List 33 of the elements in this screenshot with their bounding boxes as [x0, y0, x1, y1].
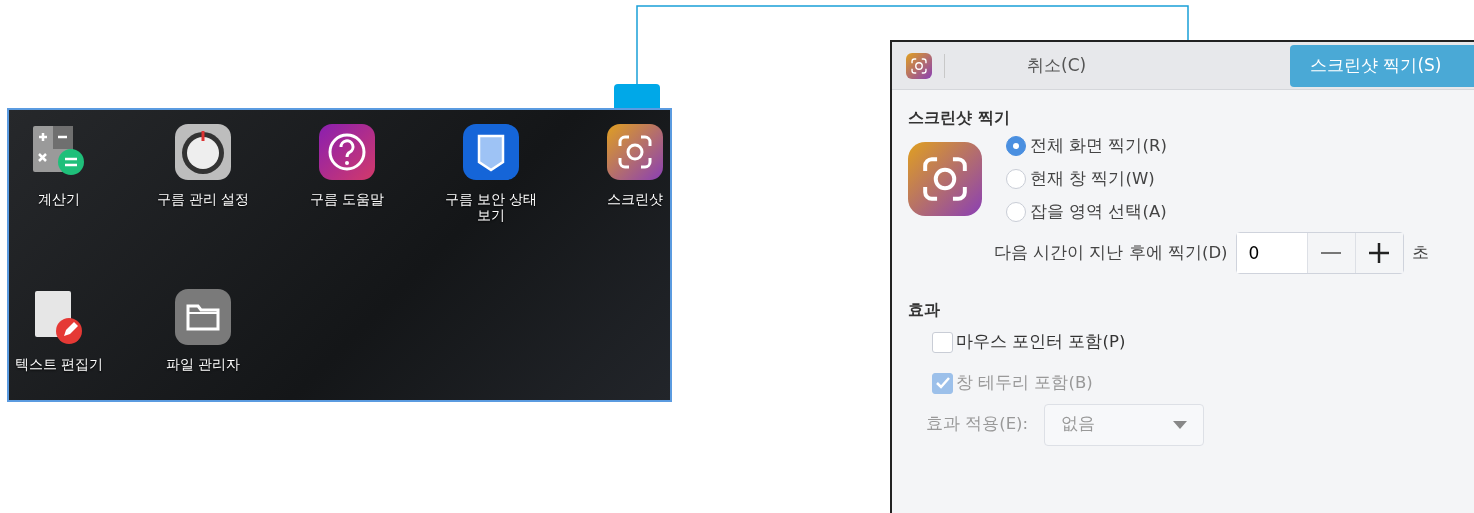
app-label[interactable]: 구름 보안 상태 보기 [444, 192, 538, 224]
app-label[interactable]: 파일 관리자 [165, 357, 241, 373]
folder-icon[interactable] [175, 289, 231, 345]
app-label[interactable]: 계산기 [38, 192, 80, 208]
section-title: 스크린샷 찍기 [908, 107, 1011, 129]
minus-icon [1320, 252, 1343, 255]
radio-label[interactable]: 현재 창 찍기(W) [1030, 166, 1155, 192]
apply-effect-label: 효과 적용(E): [926, 413, 1029, 436]
screenshot-icon[interactable] [607, 124, 663, 180]
delay-spinbox[interactable]: 0 [1235, 232, 1404, 275]
radio-button[interactable] [1006, 136, 1026, 157]
caret-icon [1173, 420, 1188, 429]
dial-icon[interactable] [175, 124, 231, 180]
seconds-unit: 초 [1411, 241, 1429, 264]
radio-button[interactable] [1006, 169, 1026, 190]
app-label[interactable]: 구름 도움말 [309, 192, 385, 208]
section-title: 효과 [908, 299, 941, 322]
plus-icon [1368, 242, 1391, 265]
cancel-button[interactable]: 취소(C) [1017, 48, 1097, 83]
increment-button[interactable] [1354, 233, 1403, 274]
checkbox-label[interactable]: 마우스 포인터 포함(P) [956, 330, 1126, 355]
app-label[interactable]: 스크린샷 [607, 192, 663, 208]
app-icon [906, 52, 932, 79]
shield-icon[interactable] [463, 124, 519, 180]
radio-label[interactable]: 전체 화면 찍기(R) [1030, 134, 1167, 159]
radio-button[interactable] [1006, 201, 1026, 222]
delay-label: 다음 시간이 지난 후에 찍기(D) [994, 241, 1228, 264]
checkbox[interactable] [932, 332, 953, 354]
radio-label[interactable]: 잡을 영역 선택(A) [1030, 199, 1167, 225]
app-label[interactable]: 구름 관리 설정 [156, 192, 250, 208]
app-label[interactable]: 텍스트 편집기 [14, 357, 104, 373]
screenshot-app-icon [908, 142, 982, 217]
help-icon[interactable] [319, 124, 375, 180]
